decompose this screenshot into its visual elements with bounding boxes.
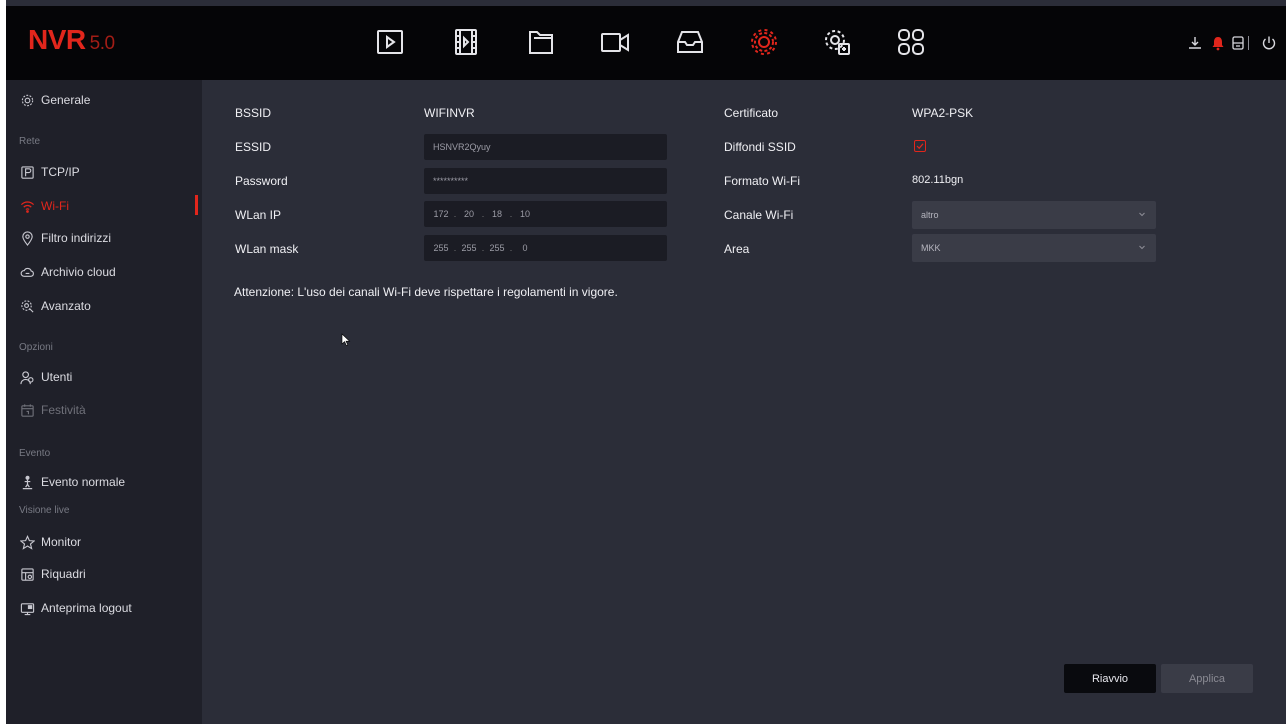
cloud-icon xyxy=(19,264,35,280)
regulation-notice: Attenzione: L'uso dei canali Wi-Fi deve … xyxy=(234,285,618,299)
wifi-format-label: Formato Wi-Fi xyxy=(724,174,800,188)
active-indicator xyxy=(195,195,198,215)
sidebar-item-monitor[interactable]: Monitor xyxy=(6,527,202,557)
bssid-value: WIFINVR xyxy=(424,106,475,120)
top-toolbar: NVR 5.0 xyxy=(6,6,1286,80)
monitor-preview-icon xyxy=(19,600,35,616)
sidebar-item-label: Generale xyxy=(41,93,91,107)
gear-icon xyxy=(19,92,35,108)
advanced-gear-icon xyxy=(19,298,35,314)
mask-octet: 255 xyxy=(461,243,477,253)
camera-icon[interactable] xyxy=(599,26,631,58)
settings-sidebar: Generale Rete TCP/IP Wi-Fi Filtro indiri… xyxy=(6,80,202,724)
sidebar-item-advanced[interactable]: Avanzato xyxy=(6,291,202,321)
password-label: Password xyxy=(235,174,288,188)
broadcast-ssid-label: Diffondi SSID xyxy=(724,140,796,154)
sidebar-item-label: Anteprima logout xyxy=(41,601,132,615)
sidebar-item-cloud[interactable]: Archivio cloud xyxy=(6,257,202,287)
ip-octet: 18 xyxy=(491,209,502,219)
ip-octet: 10 xyxy=(519,209,530,219)
certificate-value: WPA2-PSK xyxy=(912,106,974,120)
apply-button[interactable]: Applica xyxy=(1161,664,1253,693)
sidebar-item-label: Archivio cloud xyxy=(41,265,116,279)
mask-octet: 0 xyxy=(522,243,528,253)
essid-label: ESSID xyxy=(235,140,272,154)
sidebar-item-label: Wi-Fi xyxy=(41,199,69,213)
toolbar-divider xyxy=(1248,36,1249,50)
sidebar-item-users[interactable]: Utenti xyxy=(6,362,202,392)
sidebar-item-label: Filtro indirizzi xyxy=(41,231,112,245)
storage-icon[interactable] xyxy=(674,26,706,58)
location-pin-icon xyxy=(19,230,35,246)
certificate-label: Certificato xyxy=(724,106,779,120)
essid-input[interactable]: HSNVR2Qyuy xyxy=(424,134,667,160)
files-icon[interactable] xyxy=(525,26,557,58)
alarm-bell-icon[interactable] xyxy=(1210,35,1226,51)
sidebar-item-tcpip[interactable]: TCP/IP xyxy=(6,157,202,187)
wlan-ip-input[interactable]: 172. 20. 18. 10 xyxy=(424,201,667,227)
playback-icon[interactable] xyxy=(374,26,406,58)
ip-octet: 20 xyxy=(463,209,474,219)
sidebar-item-logout-preview[interactable]: Anteprima logout xyxy=(6,593,202,623)
sidebar-item-wifi[interactable]: Wi-Fi xyxy=(6,191,202,221)
wlan-mask-input[interactable]: 255. 255. 255. 0 xyxy=(424,235,667,261)
advanced-settings-icon[interactable] xyxy=(821,26,853,58)
settings-icon[interactable] xyxy=(748,26,780,58)
sidebar-item-label: Monitor xyxy=(41,535,82,549)
wifi-icon xyxy=(19,198,35,214)
sidebar-item-address-filter[interactable]: Filtro indirizzi xyxy=(6,223,202,253)
mouse-cursor-icon xyxy=(341,333,351,347)
wifi-channel-label: Canale Wi-Fi xyxy=(724,208,794,222)
sidebar-item-label: TCP/IP xyxy=(41,165,80,179)
sidebar-item-layouts[interactable]: Riquadri xyxy=(6,559,202,589)
sidebar-section-event: Evento xyxy=(19,448,51,459)
reboot-button[interactable]: Riavvio xyxy=(1064,664,1156,693)
power-icon[interactable] xyxy=(1261,35,1277,51)
users-icon xyxy=(19,369,35,385)
chevron-down-icon xyxy=(1138,243,1146,251)
sidebar-item-label: Utenti xyxy=(41,370,73,384)
layout-grid-icon xyxy=(19,566,35,582)
mask-octet: 255 xyxy=(433,243,449,253)
sidebar-item-general[interactable]: Generale xyxy=(6,85,202,115)
wlan-ip-label: WLan IP xyxy=(235,208,282,222)
event-person-icon xyxy=(19,474,35,490)
sidebar-section-network: Rete xyxy=(19,136,41,147)
sidebar-item-label: Riquadri xyxy=(41,567,86,581)
wifi-channel-select[interactable]: altro xyxy=(912,201,1156,229)
password-input[interactable]: ********** xyxy=(424,168,667,194)
sidebar-item-holidays[interactable]: Festività xyxy=(6,395,202,425)
disk-icon[interactable] xyxy=(1230,35,1246,51)
mask-octet: 255 xyxy=(489,243,505,253)
sidebar-section-options: Opzioni xyxy=(19,342,53,353)
sidebar-item-label: Festività xyxy=(41,403,86,417)
broadcast-ssid-checkbox[interactable] xyxy=(914,140,926,152)
download-icon[interactable] xyxy=(1187,35,1203,51)
calendar-icon xyxy=(19,402,35,418)
area-value: MKK xyxy=(921,243,941,253)
area-select[interactable]: MKK xyxy=(912,234,1156,262)
sidebar-item-label: Avanzato xyxy=(41,299,91,313)
bssid-label: BSSID xyxy=(235,106,272,120)
ip-octet: 172 xyxy=(433,209,449,219)
apps-icon[interactable] xyxy=(895,26,927,58)
wlan-mask-label: WLan mask xyxy=(235,242,299,256)
star-icon xyxy=(19,534,35,550)
sidebar-item-normal-event[interactable]: Evento normale xyxy=(6,467,202,497)
wifi-format-value: 802.11bgn xyxy=(912,174,964,186)
area-label: Area xyxy=(724,242,750,256)
wifi-channel-value: altro xyxy=(921,210,939,220)
video-clips-icon[interactable] xyxy=(450,26,482,58)
app-logo: NVR 5.0 xyxy=(28,24,115,55)
chevron-down-icon xyxy=(1138,210,1146,218)
sidebar-section-live: Visione live xyxy=(19,505,70,516)
sidebar-item-label: Evento normale xyxy=(41,475,126,489)
tcpip-icon xyxy=(19,164,35,180)
